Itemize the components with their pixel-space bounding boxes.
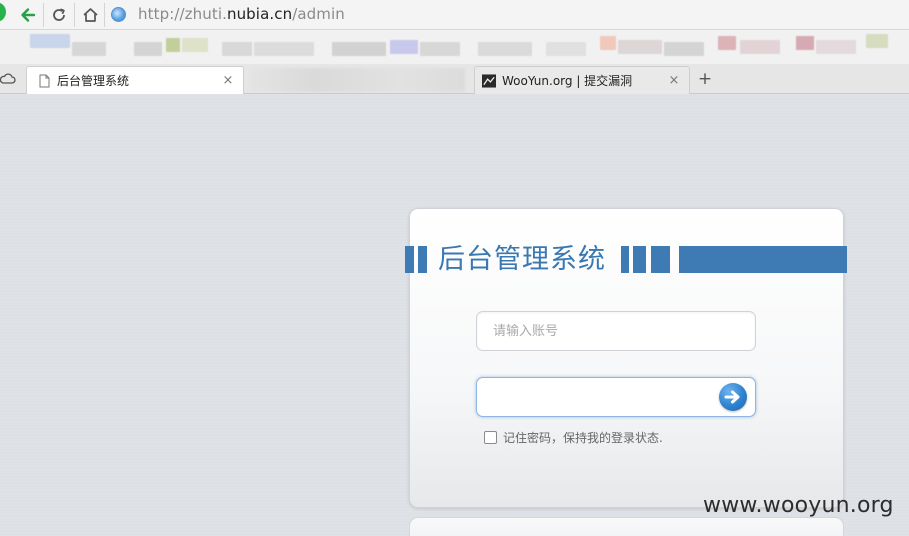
username-input[interactable] (477, 312, 755, 350)
blurred-bookmark[interactable] (390, 40, 418, 54)
blurred-bookmark[interactable] (816, 40, 856, 54)
toolbar-divider (74, 3, 75, 27)
blurred-bookmark[interactable] (332, 42, 386, 56)
blurred-bookmark[interactable] (134, 42, 162, 56)
tab-strip: 后台管理系统 × WooYun.org | 提交漏洞 × (0, 64, 909, 94)
remember-label: 记住密码，保持我的登录状态. (503, 431, 663, 445)
blurred-bookmark[interactable] (664, 42, 704, 56)
remember-checkbox[interactable] (484, 431, 497, 444)
header-decor-bar (679, 246, 847, 273)
page-icon (37, 74, 51, 88)
tab-admin[interactable]: 后台管理系统 × (26, 66, 244, 94)
blurred-bookmark[interactable] (600, 36, 616, 50)
url-prefix: http://zhuti. (138, 5, 227, 23)
home-button[interactable] (79, 4, 101, 26)
address-bar[interactable]: http://zhuti.nubia.cn/admin (138, 5, 345, 23)
login-submit-button[interactable] (719, 383, 747, 411)
password-field[interactable] (476, 377, 756, 417)
tab-wooyun[interactable]: WooYun.org | 提交漏洞 × (474, 66, 690, 94)
blurred-bookmark[interactable] (30, 34, 70, 48)
blurred-bookmark[interactable] (222, 42, 252, 56)
blurred-bookmark[interactable] (866, 34, 888, 48)
back-arrow-icon (21, 8, 36, 22)
blurred-bookmark[interactable] (72, 42, 106, 56)
arrow-right-icon (724, 390, 740, 404)
back-button[interactable] (17, 4, 39, 26)
remember-me[interactable]: 记住密码，保持我的登录状态. (484, 429, 663, 446)
blurred-tab[interactable] (250, 68, 465, 92)
tab-title: 后台管理系统 (57, 74, 130, 88)
home-icon (82, 8, 98, 22)
blurred-bookmark[interactable] (254, 42, 314, 56)
cloud-icon[interactable] (0, 72, 16, 86)
tab-title: WooYun.org | 提交漏洞 (502, 74, 633, 88)
page-title: 后台管理系统 (438, 244, 606, 275)
toolbar-divider (104, 3, 105, 27)
blurred-bookmark[interactable] (546, 42, 586, 56)
blurred-bookmark[interactable] (420, 42, 460, 56)
blurred-bookmark[interactable] (796, 36, 814, 50)
browser-logo-icon (0, 2, 6, 22)
reload-button[interactable] (48, 4, 70, 26)
header-decor-bar (405, 246, 414, 273)
blurred-bookmark[interactable] (618, 40, 662, 54)
url-host: nubia.cn (226, 5, 293, 23)
blurred-bookmark[interactable] (182, 38, 208, 52)
header-decor-bar (651, 246, 670, 273)
blurred-bookmark[interactable] (740, 40, 780, 54)
wooyun-favicon-icon (482, 73, 496, 88)
reload-icon (53, 8, 65, 21)
close-icon[interactable]: × (221, 73, 235, 88)
password-input[interactable] (477, 378, 755, 416)
url-path: /admin (292, 5, 345, 23)
header-decor-bar (418, 246, 427, 273)
secondary-panel (409, 517, 844, 536)
username-field[interactable] (476, 311, 756, 351)
site-globe-icon (111, 7, 126, 22)
toolbar-divider (43, 3, 44, 27)
close-icon[interactable]: × (667, 73, 681, 88)
watermark: www.wooyun.org (703, 493, 894, 518)
browser-toolbar: http://zhuti.nubia.cn/admin (0, 0, 909, 30)
blurred-bookmark[interactable] (478, 42, 532, 56)
new-tab-button[interactable]: + (694, 68, 716, 90)
bookmarks-bar (0, 30, 909, 64)
header-decor-bar (633, 246, 646, 273)
header-decor-bar (621, 246, 629, 273)
blurred-bookmark[interactable] (166, 38, 180, 52)
blurred-bookmark[interactable] (718, 36, 736, 50)
